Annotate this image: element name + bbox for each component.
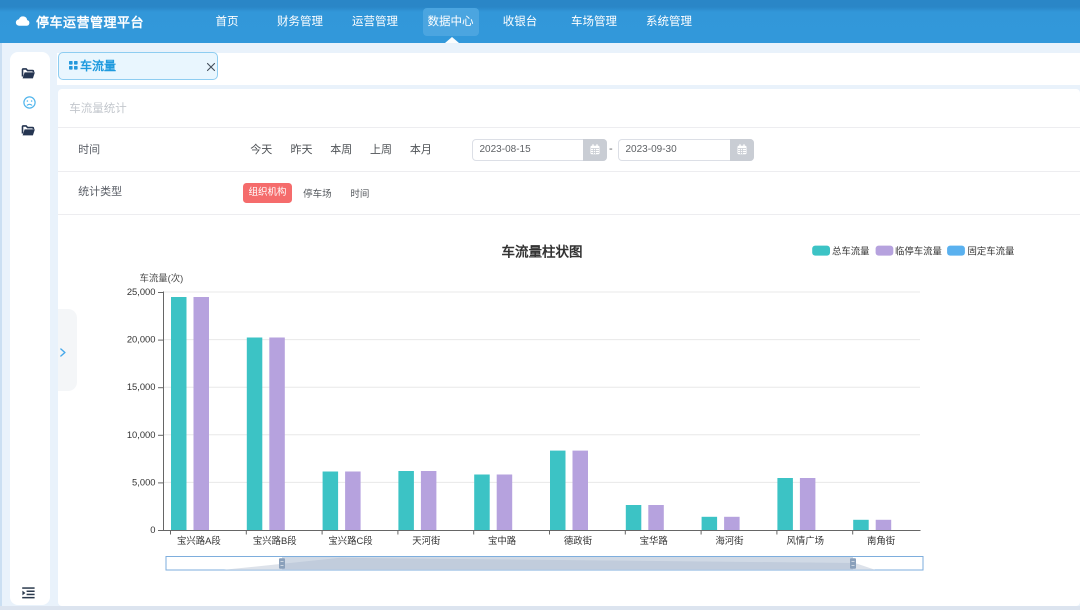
svg-text:风情广场: 风情广场 <box>787 535 825 546</box>
svg-text:宝华路: 宝华路 <box>640 535 669 546</box>
svg-text:宝兴路A段: 宝兴路A段 <box>177 535 221 546</box>
svg-text:25,000: 25,000 <box>127 286 156 297</box>
svg-text:5,000: 5,000 <box>132 476 155 487</box>
svg-text:宝中路: 宝中路 <box>488 535 517 546</box>
svg-text:南角街: 南角街 <box>867 535 895 546</box>
svg-text:德政街: 德政街 <box>564 535 592 546</box>
svg-text:车流量柱状图: 车流量柱状图 <box>502 244 583 260</box>
svg-text:20,000: 20,000 <box>127 334 156 345</box>
svg-text:车流量(次): 车流量(次) <box>140 273 184 284</box>
svg-text:10,000: 10,000 <box>127 429 156 440</box>
svg-text:宝兴路B段: 宝兴路B段 <box>253 535 297 546</box>
svg-text:天河街: 天河街 <box>412 535 440 546</box>
svg-text:临停车流量: 临停车流量 <box>895 246 942 257</box>
svg-text:15,000: 15,000 <box>127 381 156 392</box>
svg-text:总车流量: 总车流量 <box>832 246 870 257</box>
svg-text:固定车流量: 固定车流量 <box>968 246 1015 257</box>
svg-text:海河街: 海河街 <box>715 535 743 546</box>
svg-text:宝兴路C段: 宝兴路C段 <box>328 535 372 546</box>
svg-text:0: 0 <box>150 524 155 535</box>
